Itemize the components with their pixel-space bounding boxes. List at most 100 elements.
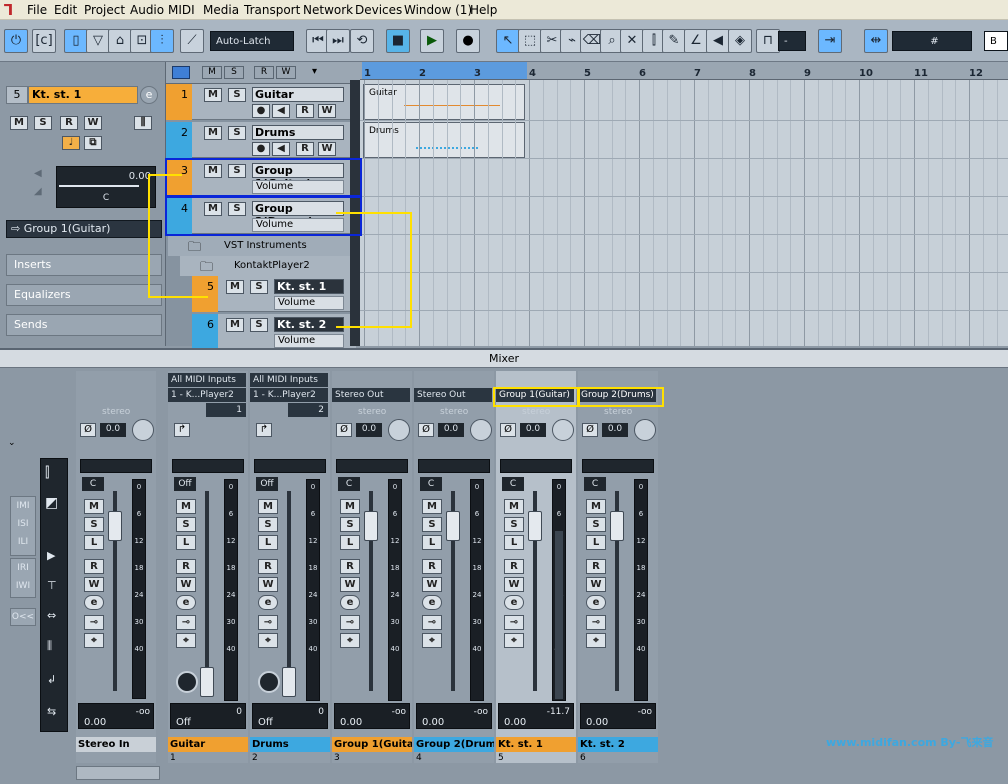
inspector-write-button[interactable]: W xyxy=(84,116,102,130)
track-solo-button[interactable]: S xyxy=(228,126,246,140)
monitor-knob[interactable] xyxy=(176,671,198,693)
insert-bypass-icon[interactable]: ⊸ xyxy=(176,615,196,630)
track-name[interactable]: Kt. st. 2 xyxy=(274,317,344,332)
mute-button[interactable]: M xyxy=(504,499,524,514)
pan-slider[interactable] xyxy=(418,459,490,473)
solo-button[interactable]: S xyxy=(340,517,360,532)
play-tool-icon[interactable]: ◀ xyxy=(706,29,730,53)
edit-channel-icon[interactable]: e xyxy=(258,595,278,610)
menu-media[interactable]: Media xyxy=(203,3,239,17)
track-solo-button[interactable]: S xyxy=(250,280,268,294)
global-write-icon[interactable]: W xyxy=(276,66,296,79)
pan-value[interactable]: C xyxy=(420,477,442,491)
pan-slider[interactable] xyxy=(582,459,654,473)
channel-name[interactable]: Drums xyxy=(250,737,330,752)
mute-button[interactable]: M xyxy=(340,499,360,514)
track-automation-param[interactable]: Volume xyxy=(274,296,344,310)
write-button[interactable]: W xyxy=(84,577,104,592)
insert-bypass-icon[interactable]: ⊸ xyxy=(84,615,104,630)
track-name[interactable]: Drums xyxy=(252,125,344,140)
gain-knob[interactable] xyxy=(132,419,154,441)
inspector-note-icon[interactable]: ♩ xyxy=(62,136,80,150)
output-routing-select[interactable]: ⇨ Group 1(Guitar) xyxy=(6,220,162,238)
input-routing[interactable]: All MIDI Inputs xyxy=(168,373,246,387)
output-routing[interactable]: Stereo Out xyxy=(332,388,410,402)
edge-field[interactable]: B xyxy=(984,31,1008,51)
write-button[interactable]: W xyxy=(258,577,278,592)
pan-slider[interactable] xyxy=(500,459,572,473)
vst-instruments-folder[interactable]: 🗀 VST Instruments xyxy=(168,236,356,256)
solo-button[interactable]: S xyxy=(422,517,442,532)
listen-button[interactable]: L xyxy=(176,535,196,550)
mixer-scrollbar[interactable] xyxy=(76,766,160,780)
input-gain-value[interactable]: 0.0 xyxy=(520,423,546,437)
read-button[interactable]: R xyxy=(340,559,360,574)
channel-name[interactable]: Kt. st. 1 xyxy=(496,737,576,752)
track-mute-button[interactable]: M xyxy=(226,280,244,294)
mixer-toggle-icon[interactable]: ⫶ xyxy=(150,29,174,53)
menu-project[interactable]: Project xyxy=(84,3,125,17)
track-solo-button[interactable]: S xyxy=(250,318,268,332)
track-name[interactable]: Guitar xyxy=(252,87,344,102)
record-icon[interactable]: ● xyxy=(456,29,480,53)
insert-bypass-icon[interactable]: ⊸ xyxy=(258,615,278,630)
snap-mode-icon[interactable]: ⇥ xyxy=(818,29,842,53)
write-button[interactable]: W xyxy=(504,577,524,592)
automation-mode-select[interactable]: Auto-Latch xyxy=(210,31,294,51)
phase-button[interactable]: Ø xyxy=(336,423,352,437)
midi-insert-icon[interactable]: ↱ xyxy=(256,423,272,437)
edit-channel-icon[interactable]: e xyxy=(586,595,606,610)
global-mute-icon[interactable]: M xyxy=(202,66,222,79)
monitor-icon[interactable]: ● xyxy=(252,104,270,118)
insert-bypass-icon[interactable]: ⊸ xyxy=(422,615,442,630)
monitor-icon[interactable]: ● xyxy=(252,142,270,156)
overview-icon[interactable]: ⌂ xyxy=(108,29,132,53)
draw-tool-icon[interactable]: ✎ xyxy=(662,29,686,53)
volume-fader[interactable] xyxy=(282,667,296,697)
write-button[interactable]: W xyxy=(586,577,606,592)
track-mute-button[interactable]: M xyxy=(226,318,244,332)
input-gain-value[interactable]: 0.0 xyxy=(100,423,126,437)
volume-fader[interactable] xyxy=(364,511,378,541)
solo-button[interactable]: S xyxy=(504,517,524,532)
menu-transport[interactable]: Transport xyxy=(244,3,300,17)
read-button[interactable]: R xyxy=(504,559,524,574)
midi-insert-icon[interactable]: ↱ xyxy=(174,423,190,437)
edit-channel-icon[interactable]: e xyxy=(176,595,196,610)
edit-channel-icon[interactable]: e xyxy=(340,595,360,610)
side-label[interactable]: ILI xyxy=(11,533,35,551)
solo-button[interactable]: S xyxy=(586,517,606,532)
cycle-icon[interactable]: ⟲ xyxy=(350,29,374,53)
channel-name[interactable]: Group 1(Guitar xyxy=(332,737,412,752)
input-gain-value[interactable]: 0.0 xyxy=(356,423,382,437)
snap-icon[interactable]: ⊓ xyxy=(756,29,780,53)
color-tool-icon[interactable]: ◈ xyxy=(728,29,752,53)
listen-button[interactable]: L xyxy=(258,535,278,550)
write-button[interactable]: W xyxy=(340,577,360,592)
menu-devices[interactable]: Devices xyxy=(355,3,402,17)
volume-fader[interactable] xyxy=(446,511,460,541)
eq-bypass-icon[interactable]: ⌖ xyxy=(176,633,196,648)
output-routing[interactable]: 1 - K...Player2 xyxy=(250,388,328,402)
output-routing[interactable]: Stereo Out xyxy=(414,388,492,402)
side-label[interactable]: ISI xyxy=(11,515,35,533)
inspector-track-name[interactable]: Kt. st. 1 xyxy=(28,86,138,104)
track-color-icon[interactable] xyxy=(172,66,190,79)
monitor-knob[interactable] xyxy=(258,671,280,693)
line-tool-icon[interactable]: ∠ xyxy=(684,29,708,53)
insert-bypass-icon[interactable]: ⊸ xyxy=(340,615,360,630)
track-mute-button[interactable]: M xyxy=(204,126,222,140)
volume-fader[interactable] xyxy=(528,511,542,541)
edit-channel-icon[interactable]: e xyxy=(504,595,524,610)
track-read-button[interactable]: R xyxy=(296,104,314,118)
solo-button[interactable]: S xyxy=(258,517,278,532)
menu-help[interactable]: Help xyxy=(470,3,497,17)
input-gain-value[interactable]: 0.0 xyxy=(602,423,628,437)
mute-button[interactable]: M xyxy=(586,499,606,514)
listen-button[interactable]: L xyxy=(340,535,360,550)
mute-tool-icon[interactable]: ✕ xyxy=(620,29,644,53)
menu-file[interactable]: File xyxy=(27,3,47,17)
phase-button[interactable]: Ø xyxy=(500,423,516,437)
gain-knob[interactable] xyxy=(470,419,492,441)
mute-button[interactable]: M xyxy=(176,499,196,514)
